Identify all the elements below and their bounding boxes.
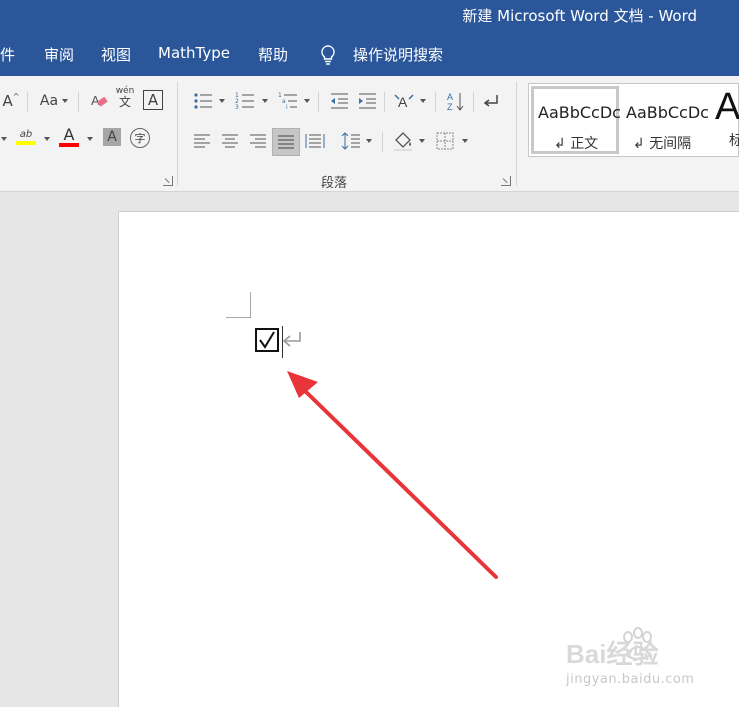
watermark-brand: Bai经验 [566,639,658,669]
watermark-url: jingyan.baidu.com [566,672,695,687]
baidu-jingyan-watermark-icon: Bai经验 [566,627,658,669]
annotation-arrow-icon [287,371,498,579]
